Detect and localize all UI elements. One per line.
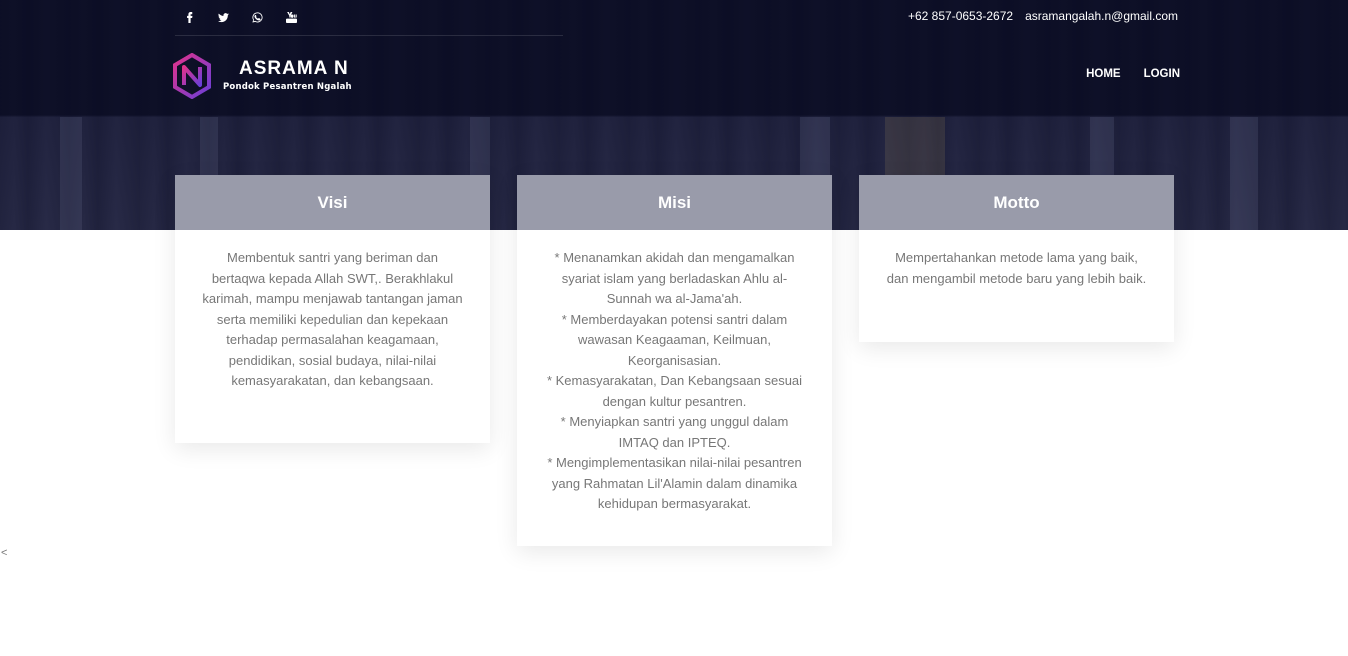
asrama-n-logo[interactable] — [172, 52, 212, 100]
whatsapp-icon[interactable] — [240, 9, 274, 25]
motto-card: Motto Mempertahankan metode lama yang ba… — [859, 175, 1174, 342]
misi-item: * Memberdayakan potensi santri dalam waw… — [561, 311, 788, 368]
motto-title: Motto — [859, 175, 1174, 230]
brand-name: ASRAMA N — [239, 58, 349, 79]
misi-text: * Menanamkan akidah dan mengamalkan syar… — [517, 230, 832, 515]
visi-text: Membentuk santri yang beriman dan bertaq… — [202, 250, 463, 388]
brand: ASRAMA N Pondok Pesantren Ngalah — [223, 58, 352, 92]
twitter-icon[interactable] — [206, 9, 240, 25]
motto-text: Mempertahankan metode lama yang baik, da… — [886, 250, 1147, 286]
nav-login-link[interactable]: LOGIN — [1144, 68, 1180, 80]
main-menu: HOME LOGIN — [1086, 68, 1180, 80]
nav-home-link[interactable]: HOME — [1086, 68, 1121, 80]
misi-item: * Menyiapkan santri yang unggul dalam IM… — [560, 414, 789, 450]
visi-title: Visi — [175, 175, 490, 230]
contact-info: +62 857-0653-2672 asramangalah.n@gmail.c… — [908, 9, 1178, 23]
brand-tagline: Pondok Pesantren Ngalah — [223, 82, 352, 92]
misi-title: Misi — [517, 175, 832, 230]
social-links — [172, 9, 308, 25]
misi-item: * Mengimplementasikan nilai-nilai pesant… — [547, 455, 802, 511]
carousel-prev-icon[interactable]: < — [1, 547, 7, 559]
topbar: +62 857-0653-2672 asramangalah.n@gmail.c… — [0, 0, 1348, 36]
email-address: asramangalah.n@gmail.com — [1025, 9, 1178, 23]
misi-item: * Kemasyarakatan, Dan Kebangsaan sesuai … — [546, 373, 803, 409]
youtube-icon[interactable] — [274, 9, 308, 25]
visi-card: Visi Membentuk santri yang beriman dan b… — [175, 175, 490, 443]
phone-number: +62 857-0653-2672 — [907, 9, 1014, 23]
facebook-icon[interactable] — [172, 9, 206, 25]
misi-card: Misi * Menanamkan akidah dan mengamalkan… — [517, 175, 832, 546]
navbar: ASRAMA N Pondok Pesantren Ngalah HOME LO… — [0, 36, 1348, 117]
misi-item: * Menanamkan akidah dan mengamalkan syar… — [554, 250, 795, 306]
